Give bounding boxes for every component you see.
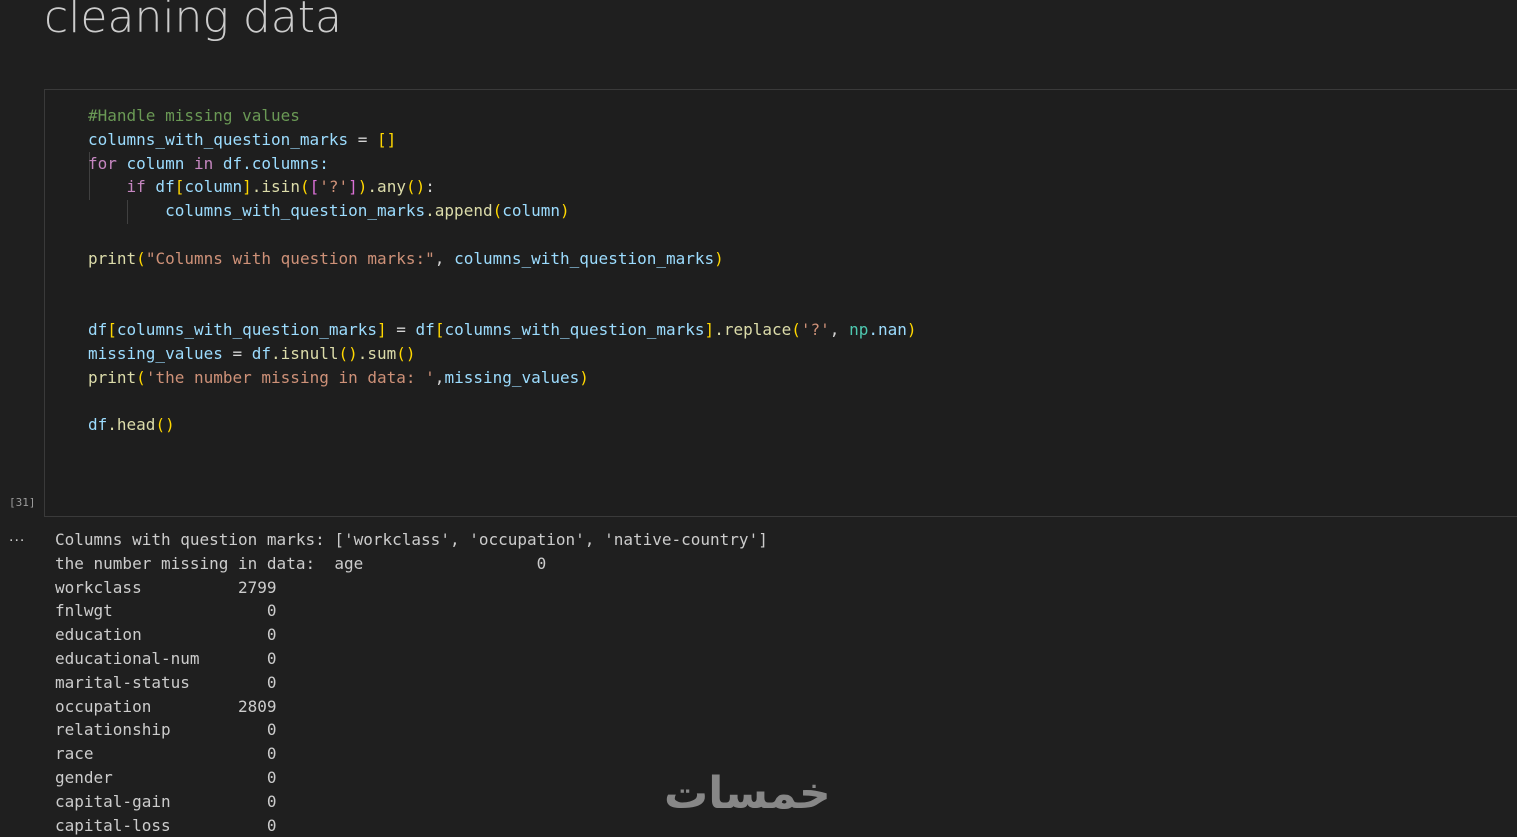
output-line: Columns with question marks: ['workclass… [55,530,768,549]
code-token: ) [906,320,917,340]
output-row: educational-num 0 [55,648,277,668]
code-cell[interactable]: #Handle missing values columns_with_ques… [44,89,1517,517]
output-row: occupation 2809 [55,696,277,716]
code-token: .nan [868,320,907,340]
code-token: .replace [714,320,792,340]
code-keyword: for [88,153,117,173]
code-token: () [405,177,426,197]
code-token: ] [242,177,252,197]
code-token: df [251,343,272,363]
code-token: df [415,320,435,340]
markdown-heading: cleaning data [44,0,342,43]
code-token: df [145,177,175,197]
code-string: 'the number missing in data: ' [145,367,435,387]
execution-count: [31] [9,496,36,509]
code-token: missing_values [444,367,580,387]
code-token: .append [425,201,493,221]
code-token: .isin [251,177,300,197]
code-token: ( [136,248,146,268]
code-token: () [155,415,175,435]
code-token: , [434,367,445,387]
code-string: '?' [319,177,349,197]
output-row: race 0 [55,744,277,764]
code-token: [] [377,129,397,149]
code-editor[interactable]: #Handle missing values columns_with_ques… [88,104,917,437]
output-row: gender 0 [55,767,277,787]
output-row: education 0 [55,625,277,645]
code-token: columns_with_question_marks [88,129,349,149]
code-token: ( [791,320,801,340]
output-row: capital-gain 0 [55,791,277,811]
code-token: [ [107,320,117,340]
code-token: , [829,320,850,340]
output-row: fnlwgt 0 [55,601,277,621]
code-token: print [88,367,137,387]
code-token: ) [579,367,589,387]
code-token: df [88,320,108,340]
cell-output: Columns with question marks: ['workclass… [55,528,768,837]
code-token: ( [299,177,310,197]
output-row: workclass 2799 [55,577,277,597]
code-token: ) [357,177,368,197]
code-token: ( [136,367,146,387]
code-comment: #Handle missing values [88,106,300,125]
code-token: np [849,320,869,340]
code-token: columns_with_question_marks [165,201,426,221]
output-line: the number missing in data: age 0 [55,553,547,573]
code-token: ] [377,320,387,340]
code-token: ( [492,201,503,221]
code-token: .isnull [271,343,339,363]
code-token: missing_values [88,343,223,363]
code-token: () [396,343,416,363]
code-token: ) [714,248,724,268]
watermark-logo: خمسات [664,768,831,819]
output-row: relationship 0 [55,720,277,740]
code-token: = [386,320,416,340]
code-token: .any [367,177,406,197]
code-keyword: in [193,153,214,173]
code-token: , [434,248,455,268]
code-token: columns_with_question_marks [444,320,705,340]
code-token: .sum [357,343,397,363]
code-token: ) [560,201,570,221]
code-token: = [348,129,377,149]
code-token: [ [434,320,445,340]
code-token: df.columns: [213,153,329,173]
code-token: ] [348,177,358,197]
code-token: [ [174,177,185,197]
code-token: [ [309,177,320,197]
code-token: column [184,177,243,197]
code-token: () [338,343,358,363]
code-token: column [116,153,194,173]
code-keyword: if [126,177,146,197]
code-token: : [425,177,435,197]
code-token: .head [107,415,156,435]
output-more-icon[interactable]: ... [9,528,25,546]
output-row: marital-status 0 [55,672,277,692]
code-token: columns_with_question_marks [454,248,715,268]
code-token: columns_with_question_marks [116,320,377,340]
code-token: df [88,415,108,435]
code-token: print [88,248,137,268]
code-string: '?' [800,320,830,340]
code-token: = [222,343,252,363]
code-token: ] [704,320,715,340]
code-string: "Columns with question marks:" [145,248,435,268]
code-token: column [502,201,561,221]
